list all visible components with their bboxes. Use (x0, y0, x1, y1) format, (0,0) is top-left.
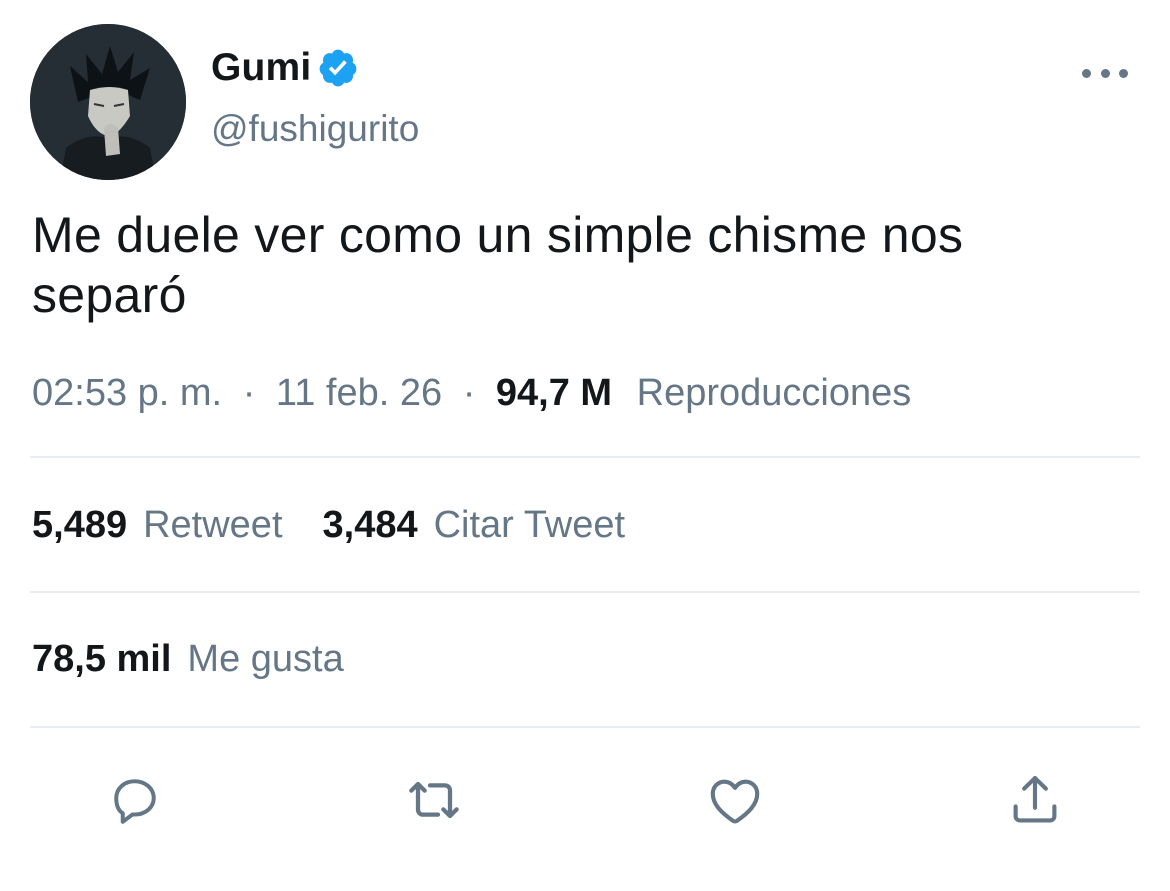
retweet-icon (409, 781, 459, 819)
views-label: Reproducciones (636, 372, 912, 414)
tweet-text: Me duele ver como un simple chisme nos s… (32, 207, 964, 323)
likes-stats-row: 78,5 mil Me gusta (32, 638, 384, 681)
display-name[interactable]: Gumi (211, 46, 311, 90)
action-bar (0, 768, 1170, 832)
tweet-meta: 02:53 p. m. · 11 feb. 26 · 94,7 M Reprod… (32, 372, 911, 415)
more-options-icon[interactable] (1082, 58, 1128, 88)
like-icon (710, 779, 760, 824)
likes-label: Me gusta (187, 638, 344, 680)
quotes-count: 3,484 (322, 504, 418, 546)
divider (30, 726, 1140, 728)
verified-badge-icon (317, 47, 359, 89)
quotes-stat[interactable]: 3,484 Citar Tweet (323, 504, 626, 547)
user-handle[interactable]: @fushigurito (211, 108, 419, 150)
share-icon (1013, 775, 1057, 823)
likes-stat[interactable]: 78,5 mil Me gusta (32, 638, 344, 681)
retweet-button[interactable] (402, 768, 466, 832)
divider (30, 591, 1140, 593)
avatar[interactable] (30, 24, 186, 180)
likes-count: 78,5 mil (32, 638, 172, 680)
divider (30, 456, 1140, 458)
meta-separator: · (242, 372, 256, 414)
tweet-date[interactable]: 11 feb. 26 (276, 372, 442, 414)
views-count: 94,7 M (495, 372, 613, 414)
retweets-count: 5,489 (32, 504, 128, 546)
name-row: Gumi (211, 44, 359, 92)
share-button[interactable] (1003, 768, 1067, 832)
share-stats-row: 5,489 Retweet 3,484 Citar Tweet (32, 504, 665, 547)
retweets-label: Retweet (143, 504, 283, 546)
retweets-stat[interactable]: 5,489 Retweet (32, 504, 283, 547)
reply-icon (114, 779, 156, 824)
meta-separator: · (462, 372, 476, 414)
like-button[interactable] (703, 768, 767, 832)
tweet-detail: Gumi @fushigurito Me duele ver como un s… (0, 0, 1170, 891)
quotes-label: Citar Tweet (433, 504, 626, 546)
reply-button[interactable] (103, 768, 167, 832)
tweet-time[interactable]: 02:53 p. m. (32, 372, 222, 414)
